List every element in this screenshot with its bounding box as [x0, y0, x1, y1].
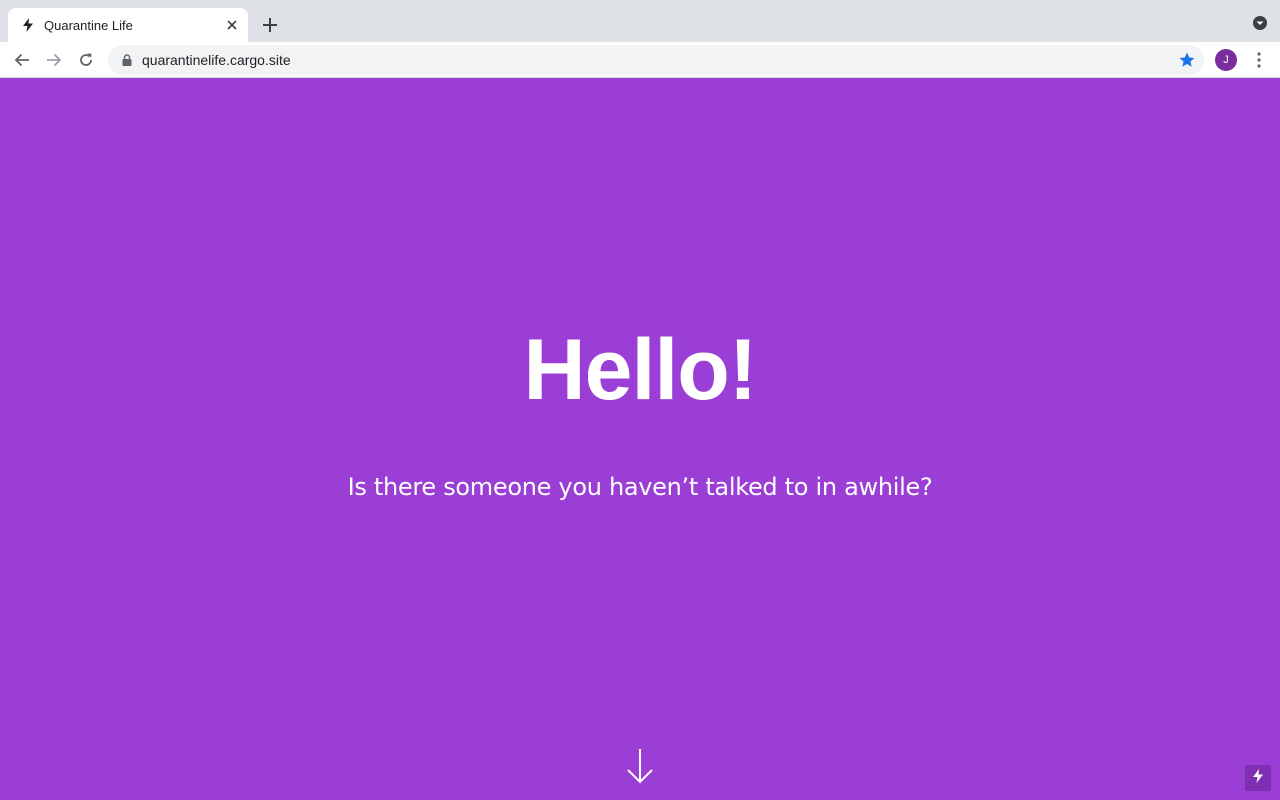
url-text[interactable]: quarantinelife.cargo.site	[142, 52, 291, 68]
hero-headline: Hello!	[523, 322, 758, 418]
lock-icon[interactable]	[121, 53, 133, 67]
new-tab-button[interactable]	[258, 13, 282, 37]
close-icon[interactable]	[222, 15, 242, 35]
lightning-bolt-icon	[1252, 768, 1264, 788]
address-bar[interactable]: quarantinelife.cargo.site	[108, 45, 1204, 75]
more-menu-icon[interactable]	[1249, 50, 1269, 70]
forward-button[interactable]	[41, 47, 67, 73]
browser-tab[interactable]: Quarantine Life	[8, 8, 248, 42]
browser-toolbar: quarantinelife.cargo.site J	[0, 42, 1280, 78]
reload-button[interactable]	[73, 47, 99, 73]
lightning-bolt-icon	[20, 17, 36, 33]
page-content: Hello! Is there someone you haven’t talk…	[0, 79, 1280, 800]
tab-strip: Quarantine Life	[0, 0, 1280, 42]
profile-avatar[interactable]: J	[1215, 49, 1237, 71]
arrow-down-icon[interactable]	[626, 748, 654, 784]
tab-title: Quarantine Life	[44, 17, 133, 33]
back-button[interactable]	[9, 47, 35, 73]
cargo-badge[interactable]	[1245, 765, 1271, 791]
tab-search-icon[interactable]	[1252, 15, 1268, 31]
bookmark-star-icon[interactable]	[1178, 51, 1196, 69]
hero-subheading: Is there someone you haven’t talked to i…	[347, 473, 933, 501]
